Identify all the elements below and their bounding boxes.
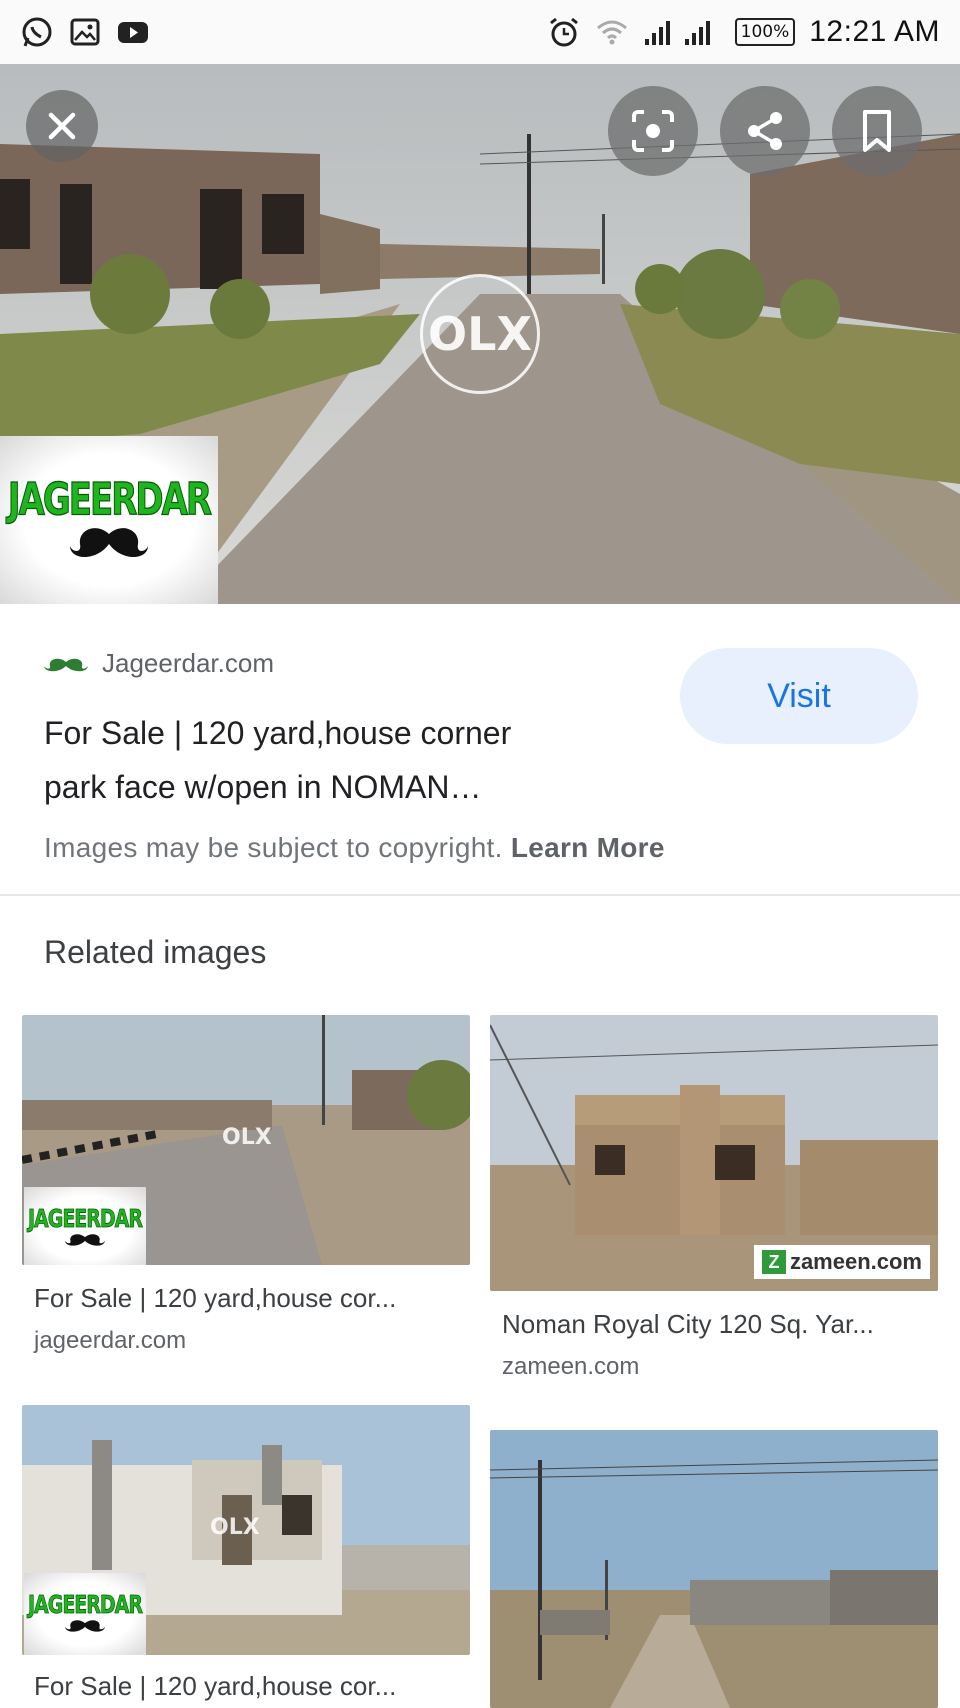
related-thumb-3: OLX JAGEERDAR [22, 1405, 470, 1655]
share-button[interactable] [720, 86, 810, 176]
lens-button[interactable] [608, 86, 698, 176]
result-title-line-1: For Sale | 120 yard,house corner [44, 715, 512, 751]
related-caption-3: For Sale | 120 yard,house cor... [34, 1671, 397, 1701]
related-thumb-4 [490, 1430, 938, 1708]
result-card: Jageerdar.com For Sale | 120 yard,house … [0, 604, 960, 894]
result-title[interactable]: For Sale | 120 yard,house corner park fa… [44, 706, 644, 814]
jageerdar-logo: JAGEERDAR [0, 436, 218, 604]
jageerdar-mini-logo-text-3: JAGEERDAR [27, 1590, 144, 1620]
youtube-icon [118, 22, 148, 43]
related-caption-2: Noman Royal City 120 Sq. Yar... [502, 1309, 874, 1339]
related-item-4[interactable] [490, 1430, 938, 1708]
related-item-1[interactable]: OLX JAGEERDAR For Sale | 120 yard,house … [22, 1015, 470, 1355]
jageerdar-mini-logo-3: JAGEERDAR [24, 1573, 146, 1655]
status-right: 100% 12:21 AM [547, 15, 940, 49]
related-images-heading: Related images [44, 934, 267, 970]
related-caption-1: For Sale | 120 yard,house cor... [34, 1283, 397, 1313]
related-item-3[interactable]: OLX JAGEERDAR For Sale | 120 yard,house … [22, 1405, 470, 1708]
copyright-text: Images may be subject to copyright. [44, 832, 503, 863]
jageerdar-mini-logo-1: JAGEERDAR [24, 1187, 146, 1265]
bookmark-button[interactable] [832, 86, 922, 176]
alarm-icon [549, 17, 578, 47]
mustache-icon [70, 528, 148, 557]
related-thumb-2: Zzameen.com [490, 1015, 938, 1291]
related-thumb-1: OLX JAGEERDAR [22, 1015, 470, 1265]
wifi-icon [596, 20, 627, 45]
jageerdar-logo-text: JAGEERDAR [7, 473, 212, 526]
share-icon [748, 112, 782, 150]
related-domain-1: jageerdar.com [34, 1327, 187, 1354]
source-row[interactable]: Jageerdar.com [44, 648, 274, 679]
source-domain: Jageerdar.com [102, 648, 274, 678]
mustache-favicon-icon [44, 658, 88, 671]
related-thumb-4-photo [490, 1430, 938, 1708]
zameen-badge-text: zameen.com [789, 1249, 922, 1274]
signal-icon [644, 21, 710, 45]
gallery-icon [70, 18, 100, 46]
status-left [20, 15, 150, 49]
olx-watermark-3: OLX [210, 1515, 260, 1540]
whatsapp-icon [22, 17, 52, 47]
battery-indicator: 100% [734, 18, 796, 46]
jageerdar-mini-logo-text-1: JAGEERDAR [27, 1204, 144, 1234]
divider [0, 894, 960, 896]
status-bar: 100% 12:21 AM [0, 0, 960, 64]
close-icon [48, 112, 76, 140]
visit-button[interactable]: Visit [680, 648, 918, 744]
related-domain-2: zameen.com [502, 1353, 640, 1380]
learn-more-link[interactable]: Learn More [511, 832, 665, 863]
related-item-2[interactable]: Zzameen.com Noman Royal City 120 Sq. Yar… [490, 1015, 938, 1385]
copyright-notice: Images may be subject to copyright. Lear… [44, 832, 665, 864]
clock: 12:21 AM [809, 15, 940, 48]
zameen-badge: Zzameen.com [753, 1245, 930, 1279]
main-image[interactable]: OLX JAGEERDAR [0, 64, 960, 604]
olx-watermark: OLX [420, 274, 540, 394]
close-button[interactable] [26, 90, 98, 162]
lens-icon [632, 110, 674, 152]
zameen-logo-icon: Z [761, 1250, 786, 1274]
olx-watermark-1: OLX [222, 1125, 272, 1150]
bookmark-icon [863, 110, 891, 152]
result-title-line-2: park face w/open in NOMAN… [44, 769, 482, 805]
